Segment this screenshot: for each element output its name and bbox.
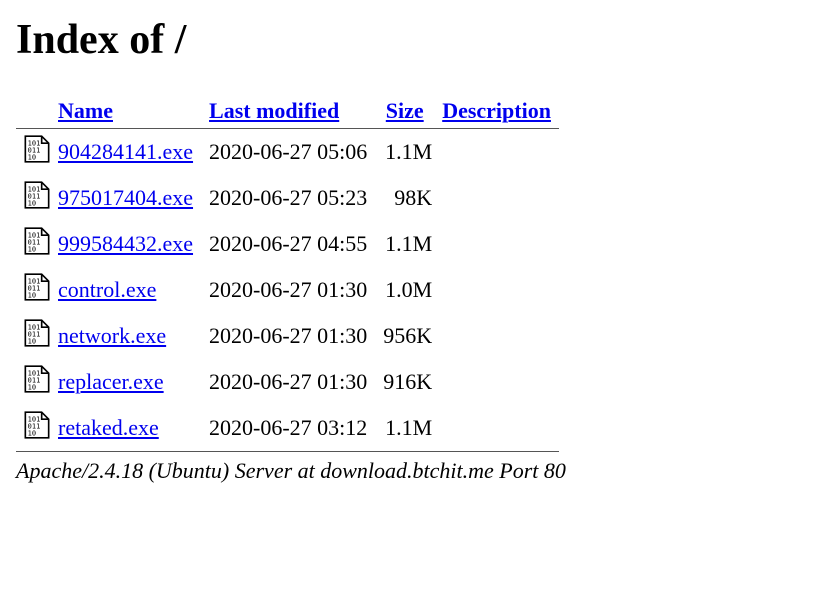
file-modified: 2020-06-27 01:30 [201, 359, 375, 405]
binary-file-icon: 10101110 [24, 143, 50, 168]
file-size: 956K [375, 313, 434, 359]
sort-name-link[interactable]: Name [58, 98, 113, 123]
binary-file-icon: 10101110 [24, 373, 50, 398]
file-description [434, 359, 559, 405]
svg-text:10: 10 [28, 200, 36, 208]
file-description [434, 129, 559, 175]
file-link[interactable]: 999584432.exe [58, 231, 193, 256]
binary-file-icon: 10101110 [24, 281, 50, 306]
file-description [434, 175, 559, 221]
file-link[interactable]: replacer.exe [58, 369, 164, 394]
page-title: Index of / [16, 16, 822, 64]
file-description [434, 405, 559, 451]
file-size: 1.0M [375, 267, 434, 313]
svg-text:10: 10 [28, 154, 36, 162]
file-modified: 2020-06-27 01:30 [201, 313, 375, 359]
file-link[interactable]: control.exe [58, 277, 156, 302]
binary-file-icon: 10101110 [24, 235, 50, 260]
table-row: 10101110 network.exe 2020-06-27 01:30956K [16, 313, 559, 359]
table-row: 10101110 999584432.exe 2020-06-27 04:551.1… [16, 221, 559, 267]
svg-text:10: 10 [28, 384, 36, 392]
svg-text:10: 10 [28, 430, 36, 438]
table-row: 10101110 retaked.exe 2020-06-27 03:121.1M [16, 405, 559, 451]
sort-size-link[interactable]: Size [386, 98, 424, 123]
binary-file-icon: 10101110 [24, 419, 50, 444]
table-row: 10101110 904284141.exe 2020-06-27 05:061.1… [16, 129, 559, 175]
file-description [434, 313, 559, 359]
file-modified: 2020-06-27 05:23 [201, 175, 375, 221]
table-row: 10101110 control.exe 2020-06-27 01:301.0M [16, 267, 559, 313]
file-link[interactable]: retaked.exe [58, 415, 159, 440]
svg-text:10: 10 [28, 246, 36, 254]
directory-listing: Name Last modified Size Description 1010… [16, 94, 559, 452]
file-link[interactable]: 975017404.exe [58, 185, 193, 210]
file-modified: 2020-06-27 03:12 [201, 405, 375, 451]
file-size: 916K [375, 359, 434, 405]
binary-file-icon: 10101110 [24, 327, 50, 352]
file-modified: 2020-06-27 04:55 [201, 221, 375, 267]
file-modified: 2020-06-27 01:30 [201, 267, 375, 313]
svg-text:10: 10 [28, 292, 36, 300]
file-link[interactable]: network.exe [58, 323, 166, 348]
file-description [434, 267, 559, 313]
file-size: 1.1M [375, 221, 434, 267]
file-description [434, 221, 559, 267]
file-size: 98K [375, 175, 434, 221]
table-row: 10101110 replacer.exe 2020-06-27 01:30916K [16, 359, 559, 405]
file-size: 1.1M [375, 129, 434, 175]
table-row: 10101110 975017404.exe 2020-06-27 05:2398K [16, 175, 559, 221]
binary-file-icon: 10101110 [24, 189, 50, 214]
file-modified: 2020-06-27 05:06 [201, 129, 375, 175]
svg-text:10: 10 [28, 338, 36, 346]
sort-description-link[interactable]: Description [442, 98, 551, 123]
server-signature: Apache/2.4.18 (Ubuntu) Server at downloa… [16, 458, 822, 484]
sort-modified-link[interactable]: Last modified [209, 98, 339, 123]
file-size: 1.1M [375, 405, 434, 451]
file-link[interactable]: 904284141.exe [58, 139, 193, 164]
